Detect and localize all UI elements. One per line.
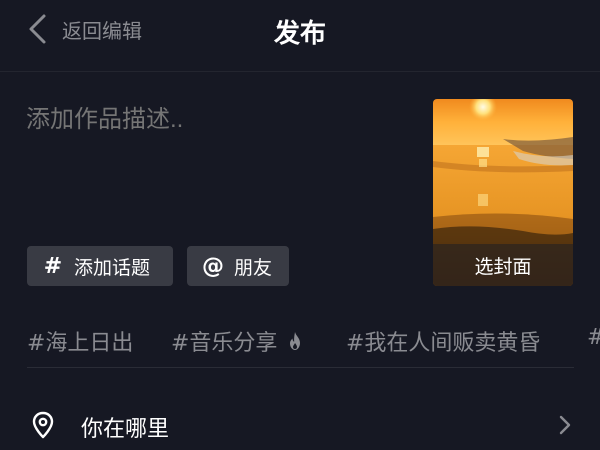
- description-input[interactable]: [26, 100, 406, 140]
- cover-label: 选封面: [474, 255, 532, 278]
- hashtag-icon: #: [43, 253, 63, 279]
- location-label: 你在哪里: [81, 417, 170, 442]
- cover-label-bar: 选封面: [433, 244, 573, 286]
- add-topic-label: 添加话题: [74, 256, 151, 279]
- divider: [27, 367, 574, 368]
- header-bar: 返回编辑 发布: [0, 0, 600, 72]
- location-pin-icon: [32, 411, 54, 439]
- hashtag-suggestions: #海上日出 #音乐分享 #我在人间贩卖黄昏 #: [0, 316, 600, 366]
- flame-icon: [290, 332, 301, 350]
- hashtag-text: #我在人间贩卖黄昏: [346, 331, 541, 356]
- chevron-right-icon: [559, 415, 571, 435]
- at-icon: @: [202, 253, 224, 279]
- mention-friend-label: 朋友: [234, 256, 273, 279]
- hashtag-item[interactable]: #音乐分享: [171, 325, 303, 357]
- location-row[interactable]: 你在哪里: [0, 400, 600, 450]
- hashtag-text: #: [587, 325, 600, 350]
- hashtag-item[interactable]: #: [587, 325, 600, 350]
- hashtag-text: #音乐分享: [171, 331, 278, 356]
- page-title: 发布: [273, 19, 326, 49]
- hashtag-item[interactable]: #我在人间贩卖黄昏: [346, 325, 540, 357]
- add-topic-button[interactable]: # 添加话题: [27, 246, 173, 286]
- publish-page: 返回编辑 发布 添加作品描述.. 选封面 # 添加话题 @ 朋友 #海上日出 #…: [0, 0, 600, 450]
- mention-friend-button[interactable]: @ 朋友: [187, 246, 289, 286]
- cover-selector[interactable]: 选封面: [433, 99, 573, 286]
- hashtag-text: #海上日出: [27, 331, 134, 356]
- hashtag-item[interactable]: #海上日出: [27, 325, 133, 357]
